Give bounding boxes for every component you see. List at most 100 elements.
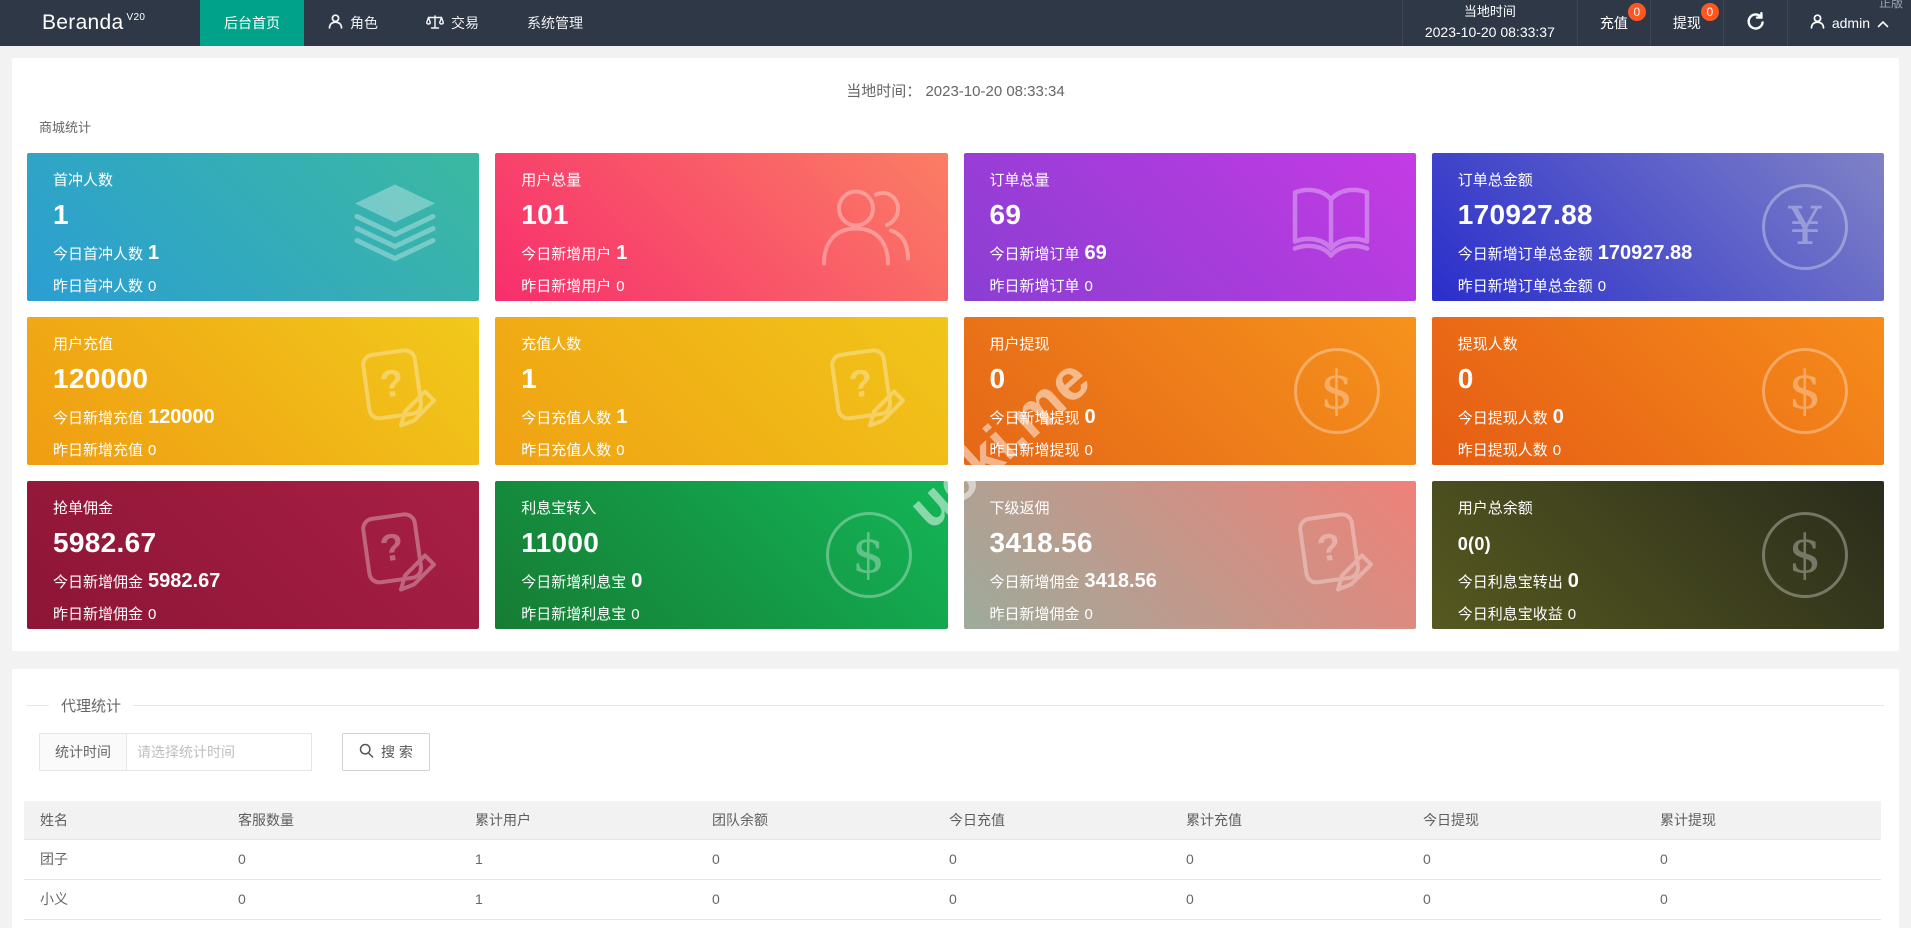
stats-panel: 当地时间： 2023-10-20 08:33:34 商城统计 首冲人数 1 今日… <box>12 58 1899 651</box>
content-time-line: 当地时间： 2023-10-20 08:33:34 <box>27 80 1884 101</box>
table-cell: 0 <box>1170 919 1407 928</box>
table-cell: 0 <box>1170 879 1407 920</box>
stat-card-9: 抢单佣金 5982.67 今日新增佣金 5982.67 昨日新增佣金 0 ? <box>27 481 480 629</box>
svg-text:?: ? <box>378 362 407 407</box>
search-icon <box>359 743 374 761</box>
agent-filter-row: 统计时间 搜 索 <box>39 733 1884 771</box>
table-cell: 团子 <box>24 839 222 880</box>
nav-menu-item-2[interactable]: 角色 <box>304 0 402 46</box>
dollar-circle-icon: $ <box>825 512 912 598</box>
content-time-value: 2023-10-20 08:33:34 <box>925 83 1065 100</box>
layers-icon <box>347 183 443 272</box>
stat-card-yesterday-line: 昨日新增订单总金额 0 <box>1457 278 1607 295</box>
main-menu: 后台首页 角色 交易 系统管理 <box>200 0 607 46</box>
withdraw-label: 提现 <box>1672 15 1701 31</box>
doc-question-icon: ? <box>818 342 912 441</box>
stat-card-yesterday-line: 昨日新增用户 0 <box>521 278 625 295</box>
table-cell: 0 <box>222 839 459 880</box>
table-cell: 0 <box>1644 879 1881 920</box>
doc-question-icon: ? <box>349 506 443 605</box>
stat-card-6: 充值人数 1 今日充值人数 1 昨日充值人数 0 ? <box>495 317 948 465</box>
scales-icon <box>425 14 445 33</box>
table-header-cell: 今日提现 <box>1407 801 1644 840</box>
table-row: 小义 0 1 0 0 0 0 0 <box>24 879 1881 920</box>
doc-question-icon: ? <box>1286 506 1380 605</box>
yen-circle-icon: ¥ <box>1762 184 1848 270</box>
withdraw-badge: 0 <box>1700 3 1719 21</box>
stat-card-yesterday-line: 昨日新增充值 0 <box>53 442 157 459</box>
table-header-cell: 累计提现 <box>1644 801 1881 840</box>
svg-text:?: ? <box>846 362 875 407</box>
table-header-cell: 客服数量 <box>222 801 459 840</box>
stat-card-7: 用户提现 0 今日新增提现 0 昨日新增提现 0 $ <box>963 317 1416 465</box>
table-header-cell: 团队余额 <box>696 801 933 840</box>
doc-question-icon: ? <box>349 342 443 441</box>
table-header-cell: 累计充值 <box>1170 801 1407 840</box>
local-time-block: 当地时间 2023-10-20 08:33:37 <box>1401 0 1577 46</box>
table-cell: 0 <box>933 919 1170 928</box>
local-time-label: 当地时间 <box>1463 4 1516 20</box>
recharge-button[interactable]: 充值 0 <box>1576 0 1650 46</box>
brand-version: V20 <box>126 11 146 23</box>
brand-logo[interactable]: Beranda V20 <box>0 0 200 46</box>
stat-card-yesterday-line: 昨日新增佣金 0 <box>53 606 157 623</box>
stat-card-3: 订单总量 69 今日新增订单 69 昨日新增订单 0 <box>963 153 1416 301</box>
stat-card-yesterday-line: 昨日提现人数 0 <box>1457 442 1562 459</box>
users-icon <box>816 182 912 273</box>
svg-text:?: ? <box>378 526 407 571</box>
table-cell: 1 <box>459 879 696 920</box>
table-header-cell: 今日充值 <box>933 801 1170 840</box>
recharge-badge: 0 <box>1627 3 1646 21</box>
person-icon <box>328 14 343 32</box>
stat-card-yesterday-line: 今日利息宝收益 0 <box>1457 606 1577 623</box>
table-cell: 0 <box>933 879 1170 920</box>
nav-menu-item-3[interactable]: 交易 <box>402 0 503 46</box>
search-button[interactable]: 搜 索 <box>342 733 430 771</box>
nav-menu-item-1[interactable]: 后台首页 <box>200 0 304 46</box>
filter-label: 统计时间 <box>39 733 126 771</box>
agent-legend: 代理统计 <box>61 698 122 715</box>
table-cell: 0 <box>696 839 933 880</box>
recharge-label: 充值 <box>1599 15 1628 31</box>
table-cell: 1 <box>459 839 696 880</box>
stat-cards-grid: 首冲人数 1 今日首冲人数 1 昨日首冲人数 0 用户总量 101 今日新增用户 1 … <box>27 153 1884 629</box>
agent-fieldset: 代理统计 <box>27 695 1884 716</box>
brand-name: Beranda <box>42 11 124 34</box>
stat-card-yesterday-line: 昨日充值人数 0 <box>521 442 625 459</box>
stat-card-yesterday-line: 昨日新增利息宝 0 <box>521 606 640 623</box>
table-cell: 0 <box>1644 919 1881 928</box>
stat-card-4: 订单总金额 170927.88 今日新增订单总金额 170927.88 昨日新增订… <box>1431 153 1884 301</box>
refresh-button[interactable] <box>1722 0 1787 46</box>
table-cell: 0 <box>696 879 933 920</box>
local-time-value: 2023-10-20 08:33:37 <box>1424 24 1555 41</box>
table-cell: 0 <box>1644 839 1881 880</box>
table-cell: 0 <box>1407 839 1644 880</box>
nav-menu-item-4[interactable]: 系统管理 <box>503 0 607 46</box>
table-cell: 0 <box>222 919 459 928</box>
table-cell: 0 <box>1407 879 1644 920</box>
table-cell: 1 <box>459 919 696 928</box>
username: admin <box>1831 15 1870 31</box>
withdraw-button[interactable]: 提现 0 <box>1649 0 1723 46</box>
section-title-mall-stats: 商城统计 <box>39 120 92 135</box>
stat-time-input[interactable] <box>126 733 312 771</box>
table-row: 小洋0100000 <box>24 919 1881 928</box>
svg-text:?: ? <box>1314 526 1343 571</box>
stat-card-2: 用户总量 101 今日新增用户 1 昨日新增用户 0 <box>495 153 948 301</box>
table-cell: 小义 <box>24 879 222 920</box>
table-cell: 0 <box>933 839 1170 880</box>
stat-card-yesterday-line: 昨日首冲人数 0 <box>53 278 157 295</box>
table-cell: 小洋 <box>24 919 222 928</box>
table-cell: 0 <box>222 879 459 920</box>
stat-card-5: 用户充值 120000 今日新增充值 120000 昨日新增充值 0 ? <box>27 317 480 465</box>
stat-card-yesterday-line: 昨日新增订单 0 <box>989 278 1093 295</box>
table-header-cell: 姓名 <box>24 801 222 840</box>
table-header-row: 姓名 客服数量 累计用户 团队余额 今日充值 累计充值 今日提现 累计提现 <box>24 801 1881 840</box>
license-watermark: 正版 <box>1878 0 1903 10</box>
stat-card-yesterday-line: 昨日新增提现 0 <box>989 442 1093 459</box>
stat-card-12: 用户总余额 0(0) 今日利息宝转出 0 今日利息宝收益 0 $ <box>1431 481 1884 629</box>
stat-card-8: 提现人数 0 今日提现人数 0 昨日提现人数 0 $ <box>1431 317 1884 465</box>
book-icon <box>1282 185 1380 270</box>
dollar-circle-icon: $ <box>1762 512 1848 598</box>
stat-card-11: 下级返佣 3418.56 今日新增佣金 3418.56 昨日新增佣金 0 ? <box>963 481 1416 629</box>
